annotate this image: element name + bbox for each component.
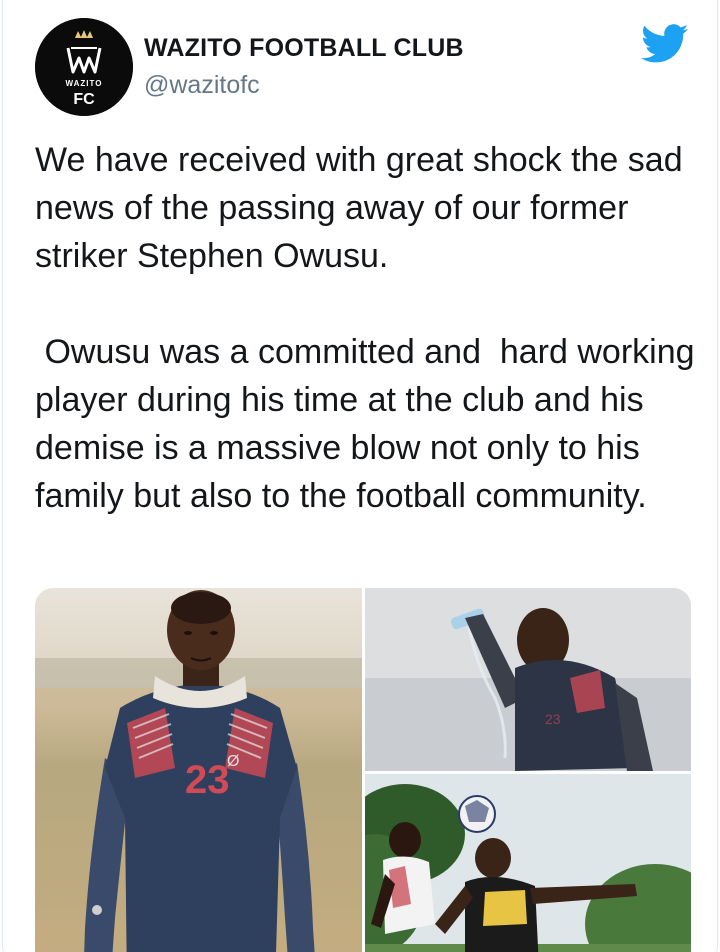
tweet-header: WAZITO FC WAZITO FOOTBALL CLUB @wazitofc <box>33 18 693 118</box>
tweet-card[interactable]: WAZITO FC WAZITO FOOTBALL CLUB @wazitofc… <box>2 0 718 952</box>
tweet-paragraph: Owusu was a committed and hard working p… <box>35 333 704 515</box>
svg-text:Ø: Ø <box>227 753 239 770</box>
jersey-number: 23 <box>185 758 230 802</box>
photo-player-portrait[interactable]: 23 Ø <box>35 588 362 952</box>
avatar[interactable]: WAZITO FC <box>35 18 133 116</box>
account-handle[interactable]: @wazitofc <box>144 71 260 100</box>
svg-text:23: 23 <box>545 711 561 727</box>
logo-monogram: FC <box>73 91 95 108</box>
account-name[interactable]: WAZITO FOOTBALL CLUB <box>144 34 464 63</box>
logo-text: WAZITO <box>66 79 103 88</box>
wazito-fc-logo: WAZITO FC <box>35 18 133 116</box>
media-grid: 23 Ø 23 <box>35 588 691 952</box>
twitter-bird-icon[interactable] <box>641 24 689 64</box>
tweet-paragraph: We have received with great shock the sa… <box>35 141 693 275</box>
tweet-text: We have received with great shock the sa… <box>35 136 705 520</box>
photo-aerial-duel[interactable] <box>365 774 691 952</box>
photo-player-water[interactable]: 23 <box>365 588 691 771</box>
